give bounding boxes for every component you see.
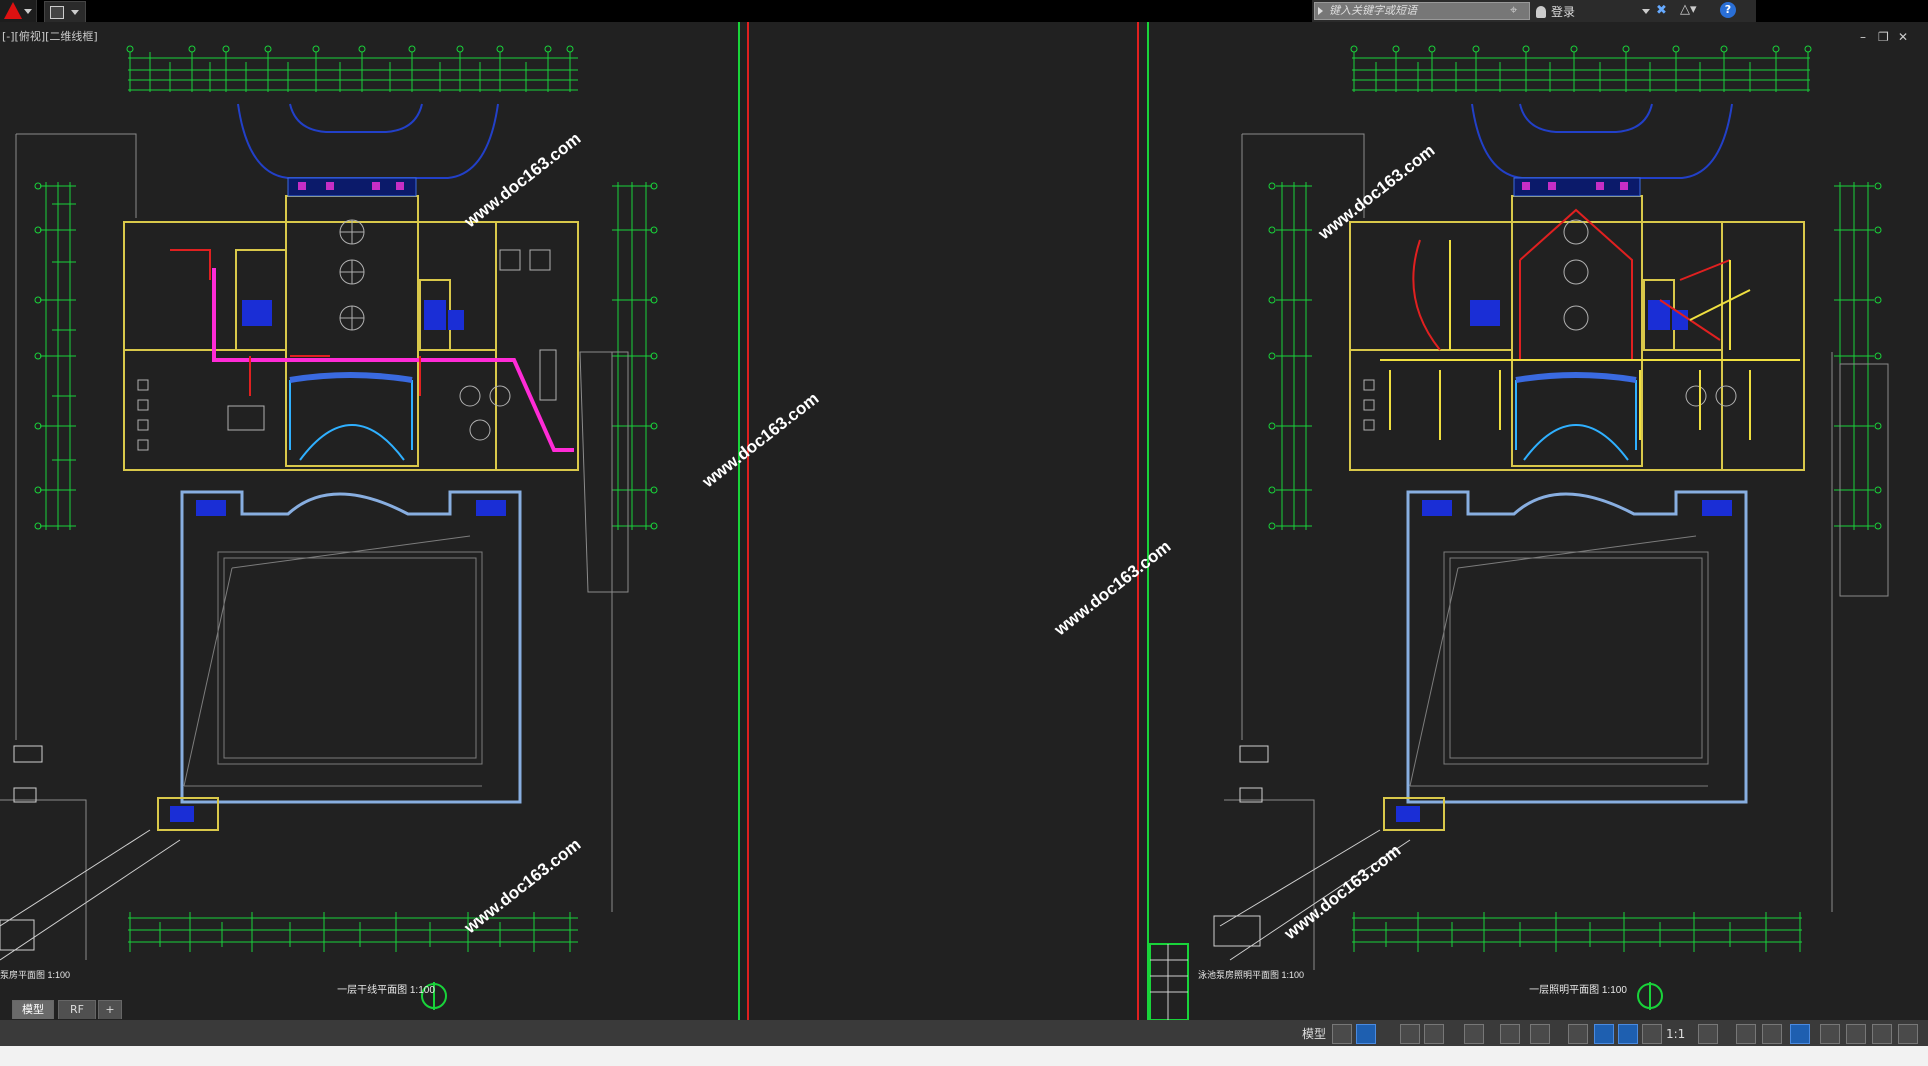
restore-button[interactable]: ❐ bbox=[1878, 30, 1889, 44]
watermark-5: www.doc163.com bbox=[1050, 537, 1174, 640]
isolate-objects-icon[interactable] bbox=[1762, 1024, 1782, 1044]
annotation-scale-value[interactable]: 1:1 bbox=[1666, 1024, 1685, 1044]
watermark-4: www.doc163.com bbox=[1314, 141, 1438, 244]
minimize-button[interactable]: – bbox=[1860, 30, 1866, 44]
drawing-svg: 一层干线平面图 1:100 一层照明平面图 1:100 泵房平面图 1:100 … bbox=[0, 22, 1889, 1021]
workspace-icon bbox=[50, 6, 64, 19]
autodesk-a360-icon[interactable]: △▾ bbox=[1680, 2, 1697, 17]
osnap-icon[interactable] bbox=[1464, 1024, 1484, 1044]
infocenter: 键入关键字或短语 ⌖ 登录 ✖ △▾ ? bbox=[1312, 0, 1756, 22]
model-space-button[interactable]: 模型 bbox=[1302, 1024, 1326, 1044]
search-input[interactable]: 键入关键字或短语 bbox=[1314, 2, 1530, 20]
chevron-down-icon[interactable] bbox=[1642, 9, 1650, 14]
lineweight-icon[interactable] bbox=[1568, 1024, 1588, 1044]
help-button[interactable]: ? bbox=[1720, 2, 1736, 18]
tab-add[interactable]: + bbox=[98, 1000, 122, 1019]
right-floor-plan bbox=[1149, 45, 1889, 1021]
otrack-icon[interactable] bbox=[1500, 1024, 1520, 1044]
watermark-1: www.doc163.com bbox=[460, 129, 584, 232]
ortho-icon[interactable] bbox=[1400, 1024, 1420, 1044]
hardware-acceleration-icon[interactable] bbox=[1790, 1024, 1810, 1044]
left-plan-title: 一层干线平面图 1:100 bbox=[337, 983, 435, 996]
autocad-logo-icon bbox=[4, 2, 22, 19]
sign-in-button[interactable]: 登录 bbox=[1536, 3, 1575, 20]
exchange-icon[interactable]: ✖ bbox=[1656, 3, 1667, 18]
viewport-label[interactable]: [-][俯视][二维线框] bbox=[2, 28, 98, 44]
clean-screen-icon[interactable] bbox=[1820, 1024, 1840, 1044]
sign-in-label: 登录 bbox=[1551, 5, 1576, 19]
annotation-visibility-icon[interactable] bbox=[1594, 1024, 1614, 1044]
user-icon bbox=[1536, 6, 1546, 18]
taskbar-strip bbox=[0, 1046, 1928, 1066]
tab-rf[interactable]: RF bbox=[58, 1000, 96, 1019]
tab-model[interactable]: 模型 bbox=[12, 1000, 54, 1019]
quick-access-toolbar[interactable] bbox=[44, 1, 86, 23]
drawing-canvas[interactable]: 一层干线平面图 1:100 一层照明平面图 1:100 泵房平面图 1:100 … bbox=[0, 22, 1928, 1021]
customization-menu-icon[interactable] bbox=[1898, 1024, 1918, 1044]
right-partial-title: 泳池泵房照明平面图 1:100 bbox=[1198, 969, 1304, 980]
grid-icon[interactable] bbox=[1332, 1024, 1352, 1044]
snap-icon[interactable] bbox=[1356, 1024, 1376, 1044]
title-bar: 键入关键字或短语 ⌖ 登录 ✖ △▾ ? bbox=[0, 0, 1928, 23]
chevron-down-icon bbox=[24, 9, 32, 14]
dynamic-ucs-icon[interactable] bbox=[1530, 1024, 1550, 1044]
maximize-viewport-icon[interactable] bbox=[1872, 1024, 1892, 1044]
auto-scale-icon[interactable] bbox=[1618, 1024, 1638, 1044]
left-partial-title: 泵房平面图 1:100 bbox=[0, 969, 70, 980]
binoculars-icon[interactable]: ⌖ bbox=[1510, 3, 1517, 18]
pink-trunk-line bbox=[212, 268, 574, 452]
polar-icon[interactable] bbox=[1424, 1024, 1444, 1044]
gear-icon[interactable] bbox=[1698, 1024, 1718, 1044]
watermark-2: www.doc163.com bbox=[698, 389, 822, 492]
watermark-3: www.doc163.com bbox=[460, 835, 584, 938]
chevron-down-icon bbox=[71, 10, 79, 15]
application-menu-button[interactable] bbox=[0, 0, 37, 22]
close-button[interactable]: ✕ bbox=[1898, 30, 1908, 44]
layout-icon[interactable] bbox=[1846, 1024, 1866, 1044]
annotation-scale-icon[interactable] bbox=[1642, 1024, 1662, 1044]
right-plan-title: 一层照明平面图 1:100 bbox=[1529, 984, 1627, 996]
plus-icon[interactable] bbox=[1736, 1024, 1756, 1044]
